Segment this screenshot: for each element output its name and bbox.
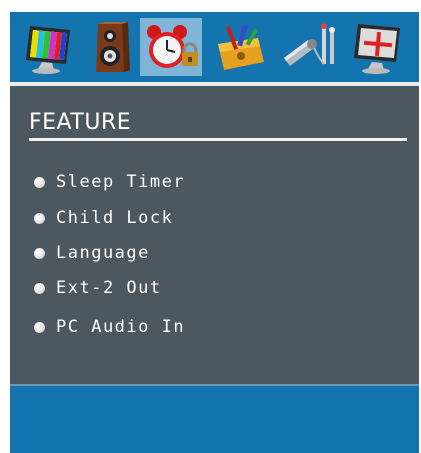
- menu-item-label: Ext-2 Out: [56, 278, 162, 298]
- feature-icon[interactable]: [140, 18, 202, 76]
- feature-panel: FEATURE Sleep Timer Child Lock Language …: [10, 86, 419, 384]
- picture-icon[interactable]: [16, 18, 78, 76]
- bullet-icon: [34, 176, 45, 188]
- bullet-icon: [34, 282, 45, 294]
- sound-icon[interactable]: [78, 18, 140, 76]
- menu-item-label: Language: [56, 243, 150, 263]
- menu-item-ext-2-out[interactable]: Ext-2 Out: [34, 276, 162, 300]
- pc-picture-icon[interactable]: [348, 18, 410, 76]
- menu-item-label: Sleep Timer: [56, 172, 186, 192]
- menu-item-label: Child Lock: [56, 208, 174, 228]
- source-icon[interactable]: [278, 18, 340, 76]
- menu-item-child-lock[interactable]: Child Lock: [34, 206, 173, 230]
- menu-item-pc-audio-in[interactable]: PC Audio In: [34, 315, 185, 339]
- menu-icon-bar: [10, 12, 419, 86]
- bullet-icon: [34, 212, 45, 224]
- install-icon[interactable]: [210, 18, 272, 76]
- menu-item-sleep-timer[interactable]: Sleep Timer: [34, 170, 185, 194]
- menu-item-language[interactable]: Language: [34, 241, 150, 265]
- bullet-icon: [34, 247, 45, 259]
- title-underline: [29, 138, 407, 141]
- menu-footer-bar: [10, 384, 419, 453]
- tv-osd-menu: FEATURE Sleep Timer Child Lock Language …: [10, 12, 419, 453]
- panel-title: FEATURE: [29, 110, 132, 135]
- bullet-icon: [34, 321, 45, 333]
- menu-item-label: PC Audio In: [56, 317, 186, 337]
